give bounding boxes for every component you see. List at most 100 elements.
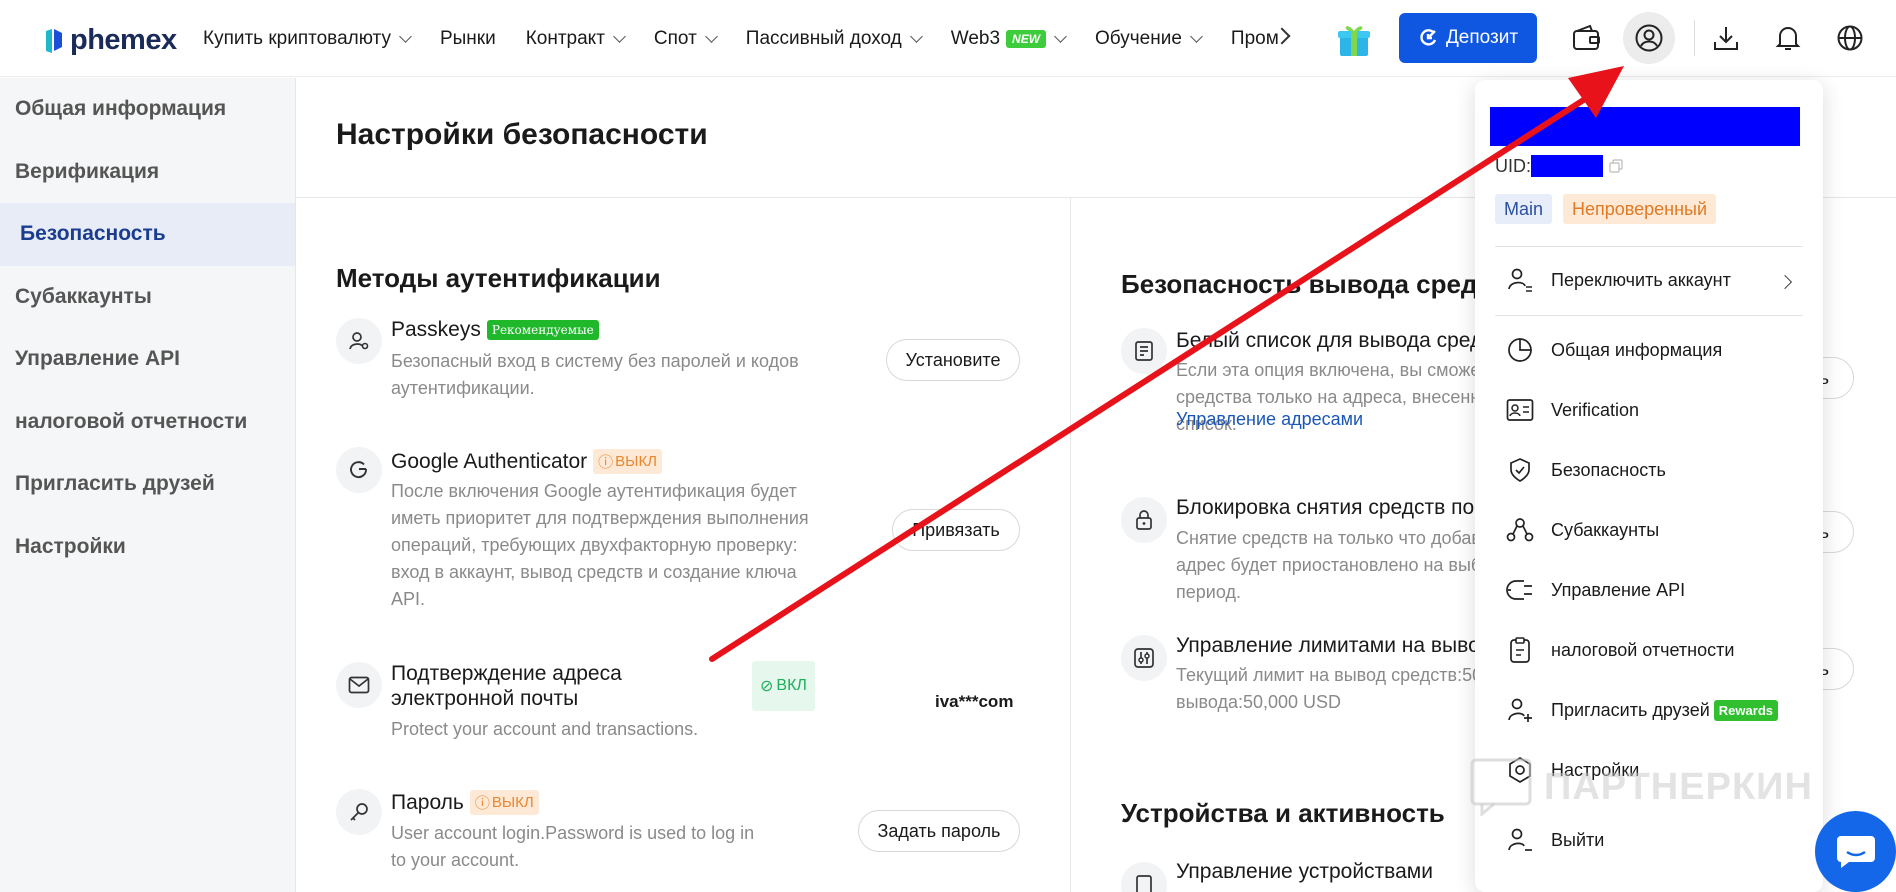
nav-learn[interactable]: Обучение [1095,28,1203,50]
nav-divider [1694,20,1695,56]
sidebar-item-tax[interactable]: налоговой отчетности [0,391,295,454]
auth-section-title: Методы аутентификации [336,263,661,293]
setup-passkey-button[interactable]: Установите [886,339,1020,381]
switch-account-item[interactable]: Переключить аккаунт [1505,265,1731,295]
document-list-icon [1121,328,1167,374]
nav-label: Купить криптовалюту [203,27,391,49]
id-card-icon [1505,395,1535,425]
passkey-user-icon [336,318,382,364]
off-badge: ⓘ ВЫКЛ [469,790,539,815]
menu-item-invite[interactable]: Пригласить друзей Rewards [1505,695,1778,725]
check-circle-icon: ⊘ [760,678,774,695]
nav-web3[interactable]: Web3 NEW [951,28,1067,50]
google-auth-title: Google Authenticator ⓘ ВЫКЛ [391,449,663,474]
nav-promo[interactable]: Пром [1231,28,1279,50]
set-password-button[interactable]: Задать пароль [858,810,1020,852]
shield-icon [1505,455,1535,485]
sidebar-item-invite[interactable]: Пригласить друзей [0,453,295,516]
google-auth-desc: После включения Google аутентификация бу… [391,481,809,609]
sidebar-item-api[interactable]: Управление API [0,328,295,391]
sidebar-item-overview[interactable]: Общая информация [0,78,295,141]
download-icon[interactable] [1707,19,1745,57]
email-desc: Protect your account and transactions. [391,719,699,739]
menu-item-label: Verification [1551,399,1640,420]
email-verification-title: Подтверждение адреса электронной почты [391,662,622,710]
recommended-badge: Рекомендуемые [486,320,599,340]
nav-label: Контракт [525,27,605,49]
withdraw-limits-title: Управление лимитами на вывод [1176,634,1492,657]
menu-item-label: Общая информация [1551,339,1723,360]
chevron-right-icon [1777,274,1793,290]
password-title-text: Пароль [391,790,464,814]
menu-item-subaccounts[interactable]: Субаккаунты [1505,515,1659,545]
deposit-icon [1420,29,1437,46]
menu-item-api[interactable]: Управление API [1505,575,1685,605]
pie-chart-icon [1505,335,1535,365]
chevron-down-icon [399,29,412,43]
support-chat-button[interactable] [1815,811,1896,892]
switch-account-label: Переключить аккаунт [1551,269,1731,290]
globe-icon[interactable] [1831,19,1869,57]
sliders-icon [1121,635,1167,681]
on-badge: ⊘ ВКЛ [752,661,815,711]
menu-item-overview[interactable]: Общая информация [1505,335,1722,365]
copy-icon[interactable] [1609,159,1623,173]
sidebar-item-subaccounts[interactable]: Субаккаунты [0,266,295,329]
device-icon [1121,862,1167,892]
column-divider [1070,198,1071,892]
sidebar-item-verification[interactable]: Верификация [0,141,295,204]
nav-markets[interactable]: Рынки [440,28,496,50]
password-desc: User account login.Password is used to l… [391,823,755,870]
nav-label: Пассивный доход [745,27,902,49]
user-plus-icon [1505,695,1535,725]
menu-item-label: Субаккаунты [1551,519,1660,540]
chevron-down-icon [1190,29,1203,43]
redacted-account-name [1490,107,1800,146]
passkeys-title: Passkeys Рекомендуемые [391,318,599,342]
nav-label: Рынки [439,27,496,49]
nav-spot[interactable]: Спот [653,27,718,50]
deposit-button[interactable]: Депозит [1399,13,1537,63]
nav-label: Спот [653,27,697,49]
logout-user-icon [1505,825,1535,855]
wallet-icon[interactable] [1568,19,1606,57]
menu-item-label: налоговой отчетности [1551,639,1735,660]
sidebar: Общая информация Верификация Безопасност… [0,78,296,892]
nav-passive-income[interactable]: Пассивный доход [745,27,923,50]
whitelist-title: Белый список для вывода средств [1176,329,1514,352]
unverified-tag: Непроверенный [1563,194,1717,224]
menu-item-label: Пригласить друзей [1551,699,1710,720]
switch-user-icon [1505,265,1535,295]
google-auth-title-text: Google Authenticator [391,449,588,473]
brand-name: phemex [70,24,177,56]
warning-icon: ⓘ [474,795,490,812]
manage-addresses-link[interactable]: Управление адресами [1176,409,1363,430]
password-title: Пароль ⓘ ВЫКЛ [391,790,539,815]
nav-label: Пром [1230,27,1279,49]
nav-buy-crypto[interactable]: Купить криптовалюту [203,27,412,50]
phemex-logo-mark [46,28,62,53]
on-badge-text: ВКЛ [776,677,807,694]
nav-contract[interactable]: Контракт [525,27,626,50]
user-account-icon[interactable] [1623,12,1675,64]
sidebar-item-settings[interactable]: Настройки [0,516,295,579]
menu-item-label: Управление API [1551,579,1686,600]
hierarchy-icon [1505,515,1535,545]
menu-divider [1495,315,1803,316]
withdraw-lock-title: Блокировка снятия средств по [1176,496,1475,519]
menu-item-security[interactable]: Безопасность [1505,455,1666,485]
phemex-logo[interactable]: phemex [44,24,177,57]
gift-icon[interactable] [1337,22,1371,58]
bind-google-auth-button[interactable]: Привязать [892,509,1020,551]
logout-item[interactable]: Выйти [1505,825,1604,855]
chevron-down-icon [909,29,923,43]
passkeys-desc: Безопасный вход в систему без паролей и … [391,351,799,398]
chevron-down-icon [613,29,626,43]
menu-item-verification[interactable]: Verification [1505,395,1639,425]
masked-email: iva***com [935,692,1014,711]
sidebar-item-security[interactable]: Безопасность [0,203,295,266]
page-title: Настройки безопасности [336,118,708,151]
bell-icon[interactable] [1769,19,1807,57]
menu-item-tax[interactable]: налоговой отчетности [1505,635,1734,665]
chat-bubble-icon [1836,835,1875,868]
